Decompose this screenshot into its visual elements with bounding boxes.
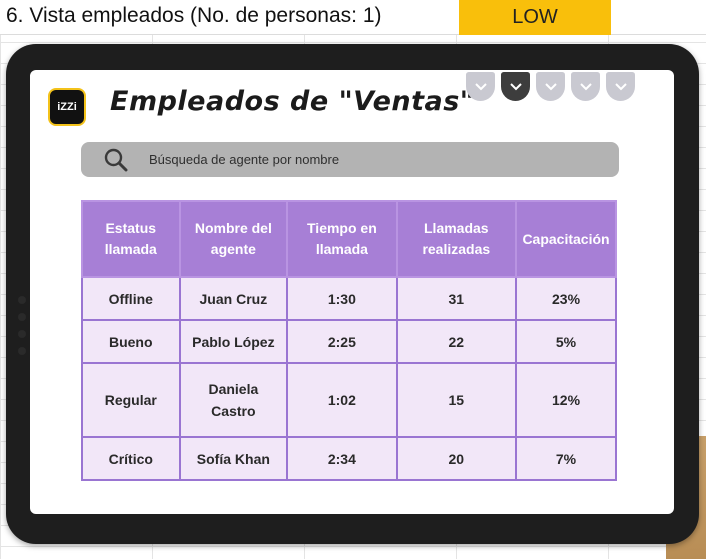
cell-status: Regular (81, 362, 181, 438)
tab-5[interactable] (606, 72, 635, 101)
cell-status: Crítico (81, 436, 181, 481)
chevron-down-icon (579, 82, 592, 90)
cell-calls: 31 (395, 276, 518, 321)
table-row[interactable]: Offline Juan Cruz 1:30 31 23% (81, 276, 617, 321)
cell-training: 7% (515, 436, 617, 481)
cell-name: Juan Cruz (178, 276, 289, 321)
cell-time: 1:30 (286, 276, 398, 321)
chevron-down-icon (544, 82, 557, 90)
app-logo: iZZi (48, 88, 86, 126)
search-placeholder: Búsqueda de agente por nombre (149, 152, 340, 167)
search-input[interactable]: Búsqueda de agente por nombre (81, 142, 619, 177)
sheet-header-row: 6. Vista empleados (No. de personas: 1) … (0, 0, 706, 35)
table-row[interactable]: Bueno Pablo López 2:25 22 5% (81, 319, 617, 364)
chevron-down-icon (474, 82, 487, 90)
cell-status: Bueno (81, 319, 181, 364)
column-header-status[interactable]: Estatus llamada (81, 200, 181, 278)
cell-time: 2:25 (286, 319, 398, 364)
table-row[interactable]: Crítico Sofía Khan 2:34 20 7% (81, 436, 617, 481)
cell-time: 1:02 (286, 362, 398, 438)
tab-strip (466, 72, 635, 104)
app-screen: iZZi Empleados de "Ventas" Búsqueda de a… (30, 70, 674, 514)
tab-4[interactable] (571, 72, 600, 101)
column-header-training[interactable]: Capacitación (515, 200, 617, 278)
chevron-down-icon (509, 82, 522, 90)
column-header-calls[interactable]: Llamadas realizadas (395, 200, 518, 278)
table-row[interactable]: Regular Daniela Castro 1:02 15 12% (81, 362, 617, 438)
sheet-title[interactable]: 6. Vista empleados (No. de personas: 1) (6, 4, 382, 28)
cell-training: 12% (515, 362, 617, 438)
cell-name: Pablo López (178, 319, 289, 364)
cell-training: 23% (515, 276, 617, 321)
cell-calls: 20 (395, 436, 518, 481)
agents-table: Estatus llamada Nombre del agente Tiempo… (81, 200, 617, 481)
cell-time: 2:34 (286, 436, 398, 481)
cell-calls: 15 (395, 362, 518, 438)
tab-3[interactable] (536, 72, 565, 101)
cell-name: Sofía Khan (178, 436, 289, 481)
table-header-row: Estatus llamada Nombre del agente Tiempo… (81, 200, 617, 278)
chevron-down-icon (614, 82, 627, 90)
cell-status: Offline (81, 276, 181, 321)
tablet-side-buttons (18, 296, 26, 364)
page-title: Empleados de "Ventas" (110, 86, 475, 117)
tab-1[interactable] (466, 72, 495, 101)
tablet-mockup: iZZi Empleados de "Ventas" Búsqueda de a… (6, 44, 699, 544)
cell-training: 5% (515, 319, 617, 364)
priority-cell[interactable]: LOW (459, 0, 611, 35)
column-header-time[interactable]: Tiempo en llamada (286, 200, 398, 278)
cell-calls: 22 (395, 319, 518, 364)
search-icon[interactable] (103, 147, 129, 173)
tab-2[interactable] (501, 72, 530, 101)
cell-name: Daniela Castro (178, 362, 289, 438)
column-header-name[interactable]: Nombre del agente (178, 200, 289, 278)
